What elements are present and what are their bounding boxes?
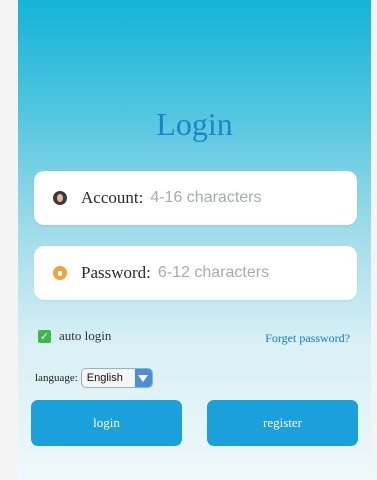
lock-icon bbox=[53, 266, 67, 280]
language-row: language: English bbox=[35, 368, 153, 388]
chevron-down-icon[interactable] bbox=[134, 369, 152, 387]
account-label: Account: bbox=[81, 188, 144, 207]
auto-login-label: auto login bbox=[59, 328, 112, 343]
avatar-icon bbox=[53, 191, 67, 205]
password-label: Password: bbox=[81, 263, 151, 282]
account-field[interactable]: Account: 4-16 characters bbox=[34, 171, 357, 225]
page-title: Login bbox=[156, 106, 233, 142]
language-selected-value: English bbox=[86, 372, 123, 384]
language-label: language: bbox=[35, 372, 78, 384]
language-select[interactable]: English bbox=[80, 368, 153, 388]
login-screen: Login Account: 4-16 characters Password:… bbox=[18, 0, 371, 480]
forget-password-link[interactable]: Forget password? bbox=[265, 331, 350, 346]
auto-login-checkbox[interactable]: ✓ bbox=[38, 329, 51, 343]
account-placeholder[interactable]: 4-16 characters bbox=[150, 189, 261, 207]
password-placeholder[interactable]: 6-12 characters bbox=[158, 264, 269, 282]
password-field[interactable]: Password: 6-12 characters bbox=[34, 246, 357, 300]
register-button[interactable]: register bbox=[207, 400, 358, 446]
login-button[interactable]: login bbox=[31, 400, 182, 446]
auto-login-row[interactable]: ✓ auto login bbox=[38, 328, 111, 344]
